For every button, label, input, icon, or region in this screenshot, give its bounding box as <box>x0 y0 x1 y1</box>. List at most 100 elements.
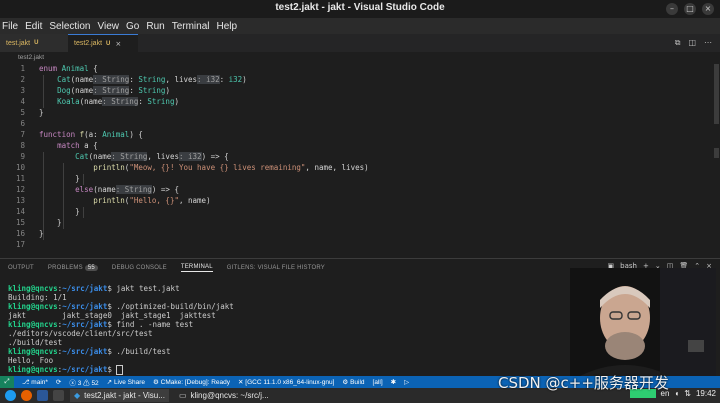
close-icon[interactable]: × <box>702 3 714 15</box>
tab-output[interactable]: OUTPUT <box>8 265 34 271</box>
code-line[interactable]: 17 <box>0 240 700 251</box>
code-line[interactable]: 11 } <box>0 174 700 185</box>
code-line[interactable]: 7 function f(a: Animal) { <box>0 130 700 141</box>
network-icon[interactable]: ⇅ <box>684 389 691 398</box>
terminal-prompt-path: ~/src/jakt <box>62 365 108 374</box>
clock[interactable]: 19:42 <box>696 389 716 398</box>
code-line[interactable]: 4 Koala(name: String: String) <box>0 97 700 108</box>
breadcrumb[interactable]: test2.jakt <box>18 54 44 61</box>
code-line[interactable]: 6 <box>0 119 700 130</box>
run-icon[interactable]: ▷ <box>404 378 409 386</box>
code-token: println <box>93 163 125 172</box>
tab-problems[interactable]: PROBLEMS 55 <box>48 264 98 271</box>
tab-label: test.jakt <box>6 39 31 47</box>
more-actions-icon[interactable]: ⋯ <box>704 38 712 48</box>
tab-test2-jakt[interactable]: test2.jakt U × <box>68 34 138 52</box>
terminal-launcher-icon[interactable] <box>53 390 64 401</box>
terminal-line: ./editors/vscode/client/src/test <box>8 329 153 338</box>
minimize-icon[interactable]: – <box>666 3 678 15</box>
menu-file[interactable]: File <box>2 21 18 32</box>
menu-terminal[interactable]: Terminal <box>172 21 210 32</box>
line-number: 17 <box>15 240 25 249</box>
code-line[interactable]: 9 Cat(name: String, lives: i32) => { <box>0 152 700 163</box>
terminal-line: ./build/test <box>8 338 62 347</box>
code-text: } <box>39 174 80 183</box>
firefox-icon[interactable] <box>21 390 32 401</box>
code-token: String <box>138 75 166 84</box>
problems-status[interactable]: ⓧ 3 ⚠ 52 <box>69 377 98 387</box>
compare-icon[interactable]: ⧉ <box>675 38 681 48</box>
tab-label: test2.jakt <box>74 40 103 47</box>
maximize-icon[interactable]: □ <box>684 3 696 15</box>
sync-icon[interactable]: ⟳ <box>56 378 61 386</box>
code-line[interactable]: 1 enum Animal { <box>0 64 700 75</box>
code-line[interactable]: 3 Dog(name: String: String) <box>0 86 700 97</box>
tab-debug-console[interactable]: DEBUG CONSOLE <box>112 265 167 271</box>
code-token: ) <box>165 86 170 95</box>
menu-view[interactable]: View <box>98 21 120 32</box>
code-line[interactable]: 5} <box>0 108 700 119</box>
code-line[interactable]: 14 } <box>0 207 700 218</box>
volume-icon[interactable]: ◖ <box>674 389 679 398</box>
code-token: : <box>129 86 139 95</box>
taskbar-terminal[interactable]: ▭ kling@qncvs: ~/src/j... <box>175 389 273 402</box>
code-token: i32 <box>228 75 243 84</box>
terminal-prompt-path: ~/src/jakt <box>62 320 108 329</box>
menu-run[interactable]: Run <box>146 21 164 32</box>
code-line[interactable]: 8 match a { <box>0 141 700 152</box>
watermark: CSDN @c++服务器开发 <box>498 374 669 392</box>
code-token: a { <box>79 141 98 150</box>
code-line[interactable]: 12 else(name: String) => { <box>0 185 700 196</box>
taskbar-vscode[interactable]: ◆ test2.jakt - jakt - Visu... <box>70 389 169 402</box>
code-line[interactable]: 13 println("Hello, {}", name) <box>0 196 700 207</box>
remote-icon[interactable]: ⤢ <box>0 376 14 388</box>
close-tab-icon[interactable]: × <box>115 40 121 48</box>
code-token: (name <box>88 152 112 161</box>
live-share-status[interactable]: ↗ Live Share <box>107 378 145 386</box>
terminal-line: kling@qncvs:~/src/jakt$ find . -name tes… <box>8 320 194 329</box>
terminal-prompt-user: kling@qncvs <box>8 284 58 293</box>
line-number: 1 <box>20 64 25 73</box>
code-line[interactable]: 2 Cat(name: String: String, lives: i32: … <box>0 75 700 86</box>
code-token: else <box>75 185 94 194</box>
cmake-status[interactable]: ⚙ CMake: [Debug]: Ready <box>153 378 230 386</box>
line-number: 7 <box>20 130 25 139</box>
terminal-output-text: ./build/test <box>8 338 63 347</box>
code-token: } <box>39 108 44 117</box>
code-line[interactable]: 16} <box>0 229 700 240</box>
tab-gitlens-history[interactable]: GITLENS: VISUAL FILE HISTORY <box>227 265 325 271</box>
git-branch-status[interactable]: ⎇ main* <box>22 378 48 386</box>
code-token: ) => { <box>151 185 179 194</box>
build-target[interactable]: [all] <box>373 379 383 386</box>
code-line[interactable]: 15 } <box>0 218 700 229</box>
menu-edit[interactable]: Edit <box>25 21 42 32</box>
cmake-label: CMake: [Debug]: Ready <box>160 379 231 386</box>
code-token: , name) <box>178 196 211 205</box>
terminal-line: kling@qncvs:~/src/jakt$ <box>8 365 124 375</box>
code-token: function <box>39 130 80 139</box>
editor-scrollbar[interactable] <box>712 64 720 254</box>
tab-terminal[interactable]: TERMINAL <box>180 264 213 272</box>
menu-help[interactable]: Help <box>217 21 238 32</box>
line-number: 11 <box>15 174 25 183</box>
build-status[interactable]: ⚙ Build <box>342 378 364 386</box>
branch-name: main* <box>31 379 48 386</box>
start-menu-icon[interactable] <box>5 390 16 401</box>
menu-selection[interactable]: Selection <box>49 21 90 32</box>
kit-status[interactable]: ✕ [GCC 11.1.0 x86_64-linux-gnu] <box>238 378 334 386</box>
line-number: 14 <box>15 207 25 216</box>
split-editor-icon[interactable]: ◫ <box>688 38 696 48</box>
code-line[interactable]: 10 println("Meow, {}! You have {} lives … <box>0 163 700 174</box>
inlay-type-hint: : String <box>115 185 152 194</box>
vscode-launcher-icon[interactable] <box>37 390 48 401</box>
kit-label: [GCC 11.1.0 x86_64-linux-gnu] <box>245 379 335 386</box>
code-editor[interactable]: 1 enum Animal {2 Cat(name: String: String… <box>0 64 712 254</box>
tab-test-jakt[interactable]: test.jakt U <box>0 34 68 52</box>
terminal-command: $ <box>107 365 117 374</box>
debug-icon[interactable]: ✱ <box>391 378 396 386</box>
vscode-icon: ◆ <box>74 391 81 400</box>
menu-go[interactable]: Go <box>126 21 139 32</box>
